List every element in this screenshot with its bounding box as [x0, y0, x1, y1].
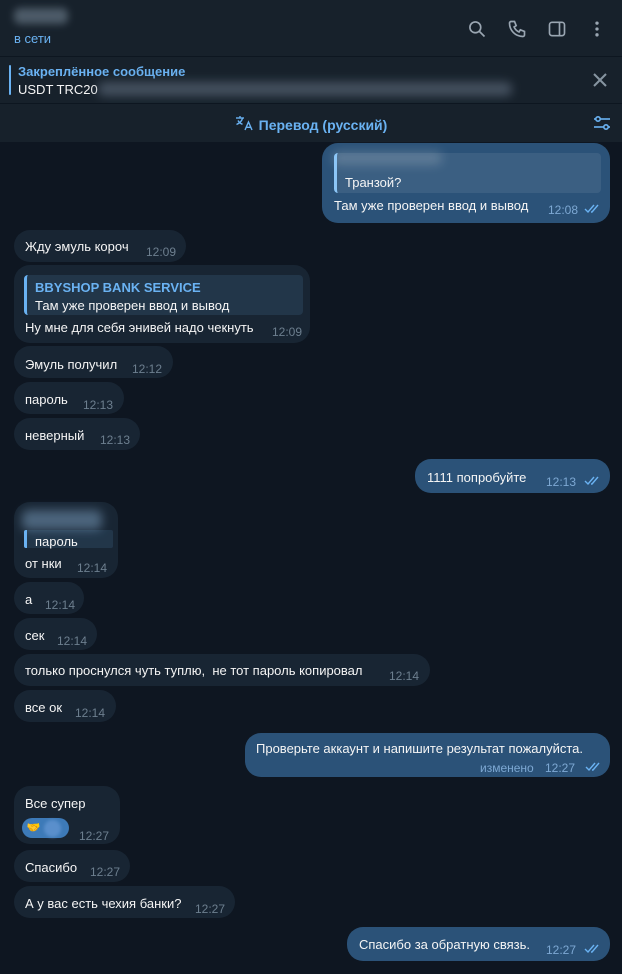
- handshake-icon: 🤝: [25, 819, 42, 837]
- message-text: а: [25, 592, 33, 607]
- message-incoming[interactable]: BBYSHOP BANK SERVICE Там уже проверен вв…: [14, 265, 310, 343]
- read-ticks-icon: [584, 476, 599, 486]
- message-time: 12:09: [272, 325, 303, 339]
- sender-name-blurred: [22, 510, 102, 530]
- message-time: 12:08: [548, 203, 579, 217]
- translate-settings-icon[interactable]: [592, 113, 612, 133]
- chat-header: в сети: [0, 0, 622, 56]
- message-text: Все супер: [25, 796, 86, 811]
- message-text: только проснулся чуть туплю, не тот паро…: [25, 663, 363, 678]
- reply-quote[interactable]: BBYSHOP BANK SERVICE Там уже проверен вв…: [24, 275, 303, 315]
- message-time: 12:14: [57, 634, 88, 648]
- sidebar-icon[interactable]: [544, 16, 570, 42]
- online-status: в сети: [14, 31, 52, 46]
- message-text: сек: [25, 628, 45, 643]
- message-time: 12:14: [389, 669, 420, 683]
- search-icon[interactable]: [464, 16, 490, 42]
- reply-sender: BBYSHOP BANK SERVICE: [35, 280, 201, 295]
- message-time: 12:14: [45, 598, 76, 612]
- reply-text: Там уже проверен ввод и вывод: [35, 298, 230, 313]
- message-incoming[interactable]: Жду эмуль короч 12:09: [14, 230, 186, 262]
- read-ticks-icon: [584, 204, 599, 214]
- message-incoming[interactable]: Спасибо 12:27: [14, 850, 130, 882]
- close-icon[interactable]: [590, 70, 610, 90]
- reaction-badge[interactable]: 🤝: [22, 818, 69, 838]
- reactor-avatar: [44, 819, 61, 837]
- message-incoming[interactable]: а 12:14: [14, 582, 84, 614]
- message-text: 1111 попробуйте: [427, 470, 527, 485]
- message-outgoing[interactable]: Транзой? Там уже проверен ввод и вывод 1…: [322, 143, 610, 223]
- header-actions: [464, 16, 610, 42]
- pinned-accent-bar: [9, 65, 11, 95]
- message-outgoing[interactable]: Спасибо за обратную связь. 12:27: [347, 927, 610, 961]
- message-time: 12:27: [545, 761, 576, 775]
- reply-text: Транзой?: [345, 175, 402, 190]
- message-time: 12:12: [132, 362, 163, 376]
- message-time: 12:27: [90, 865, 121, 879]
- message-outgoing[interactable]: 1111 попробуйте 12:13: [415, 459, 610, 493]
- message-time: 12:14: [75, 706, 106, 720]
- message-time: 12:13: [100, 433, 131, 447]
- pinned-text: USDT TRC20: [18, 82, 98, 97]
- message-text: Ну мне для себя энивей надо чекнуть: [25, 320, 254, 335]
- translate-label: Перевод (русский): [258, 116, 388, 133]
- message-text: все ок: [25, 700, 63, 715]
- message-incoming[interactable]: пароль от нки 12:14: [14, 502, 118, 578]
- message-time: 12:14: [77, 561, 108, 575]
- message-incoming[interactable]: пароль 12:13: [14, 382, 124, 414]
- message-time: 12:09: [146, 245, 177, 259]
- pinned-title: Закреплённое сообщение: [18, 64, 186, 79]
- message-text: пароль: [25, 392, 68, 407]
- pinned-text-blurred: [98, 82, 512, 96]
- more-icon[interactable]: [584, 16, 610, 42]
- message-incoming[interactable]: все ок 12:14: [14, 690, 116, 722]
- message-time: 12:27: [79, 829, 110, 843]
- message-incoming[interactable]: А у вас есть чехия банки? 12:27: [14, 886, 235, 918]
- message-text: Эмуль получил: [25, 357, 118, 372]
- message-time: 12:13: [546, 475, 577, 489]
- message-text: Там уже проверен ввод и вывод: [334, 198, 529, 213]
- pinned-message-bar[interactable]: Закреплённое сообщение USDT TRC20: [0, 56, 622, 103]
- read-ticks-icon: [584, 944, 599, 954]
- message-text: Спасибо: [25, 860, 78, 875]
- message-outgoing[interactable]: Проверьте аккаунт и напишите результат п…: [245, 733, 610, 777]
- edited-label: изменено: [480, 761, 534, 775]
- message-text: Жду эмуль короч: [25, 239, 129, 254]
- message-incoming[interactable]: неверный 12:13: [14, 418, 140, 450]
- message-text: неверный: [25, 428, 85, 443]
- chat-name-blurred[interactable]: [14, 8, 68, 24]
- message-text: Спасибо за обратную связь.: [359, 937, 530, 952]
- phone-icon[interactable]: [504, 16, 530, 42]
- translate-button[interactable]: Перевод (русский): [0, 115, 622, 134]
- message-time: 12:27: [546, 943, 577, 957]
- message-incoming[interactable]: Эмуль получил 12:12: [14, 346, 173, 378]
- message-incoming[interactable]: Все супер 🤝 12:27: [14, 786, 120, 844]
- message-time: 12:13: [83, 398, 114, 412]
- read-ticks-icon: [585, 762, 600, 772]
- reply-quote[interactable]: пароль: [24, 530, 113, 549]
- message-text: А у вас есть чехия банки?: [25, 896, 182, 911]
- reply-text: пароль: [35, 534, 78, 549]
- message-text: Проверьте аккаунт и напишите результат п…: [256, 741, 583, 756]
- translate-icon: [235, 115, 253, 134]
- message-incoming[interactable]: только проснулся чуть туплю, не тот паро…: [14, 654, 430, 686]
- translate-bar: Перевод (русский): [0, 103, 622, 142]
- message-time: 12:27: [195, 902, 226, 916]
- message-incoming[interactable]: сек 12:14: [14, 618, 97, 650]
- message-text: от нки: [25, 556, 62, 571]
- reply-quote[interactable]: Транзой?: [334, 153, 601, 193]
